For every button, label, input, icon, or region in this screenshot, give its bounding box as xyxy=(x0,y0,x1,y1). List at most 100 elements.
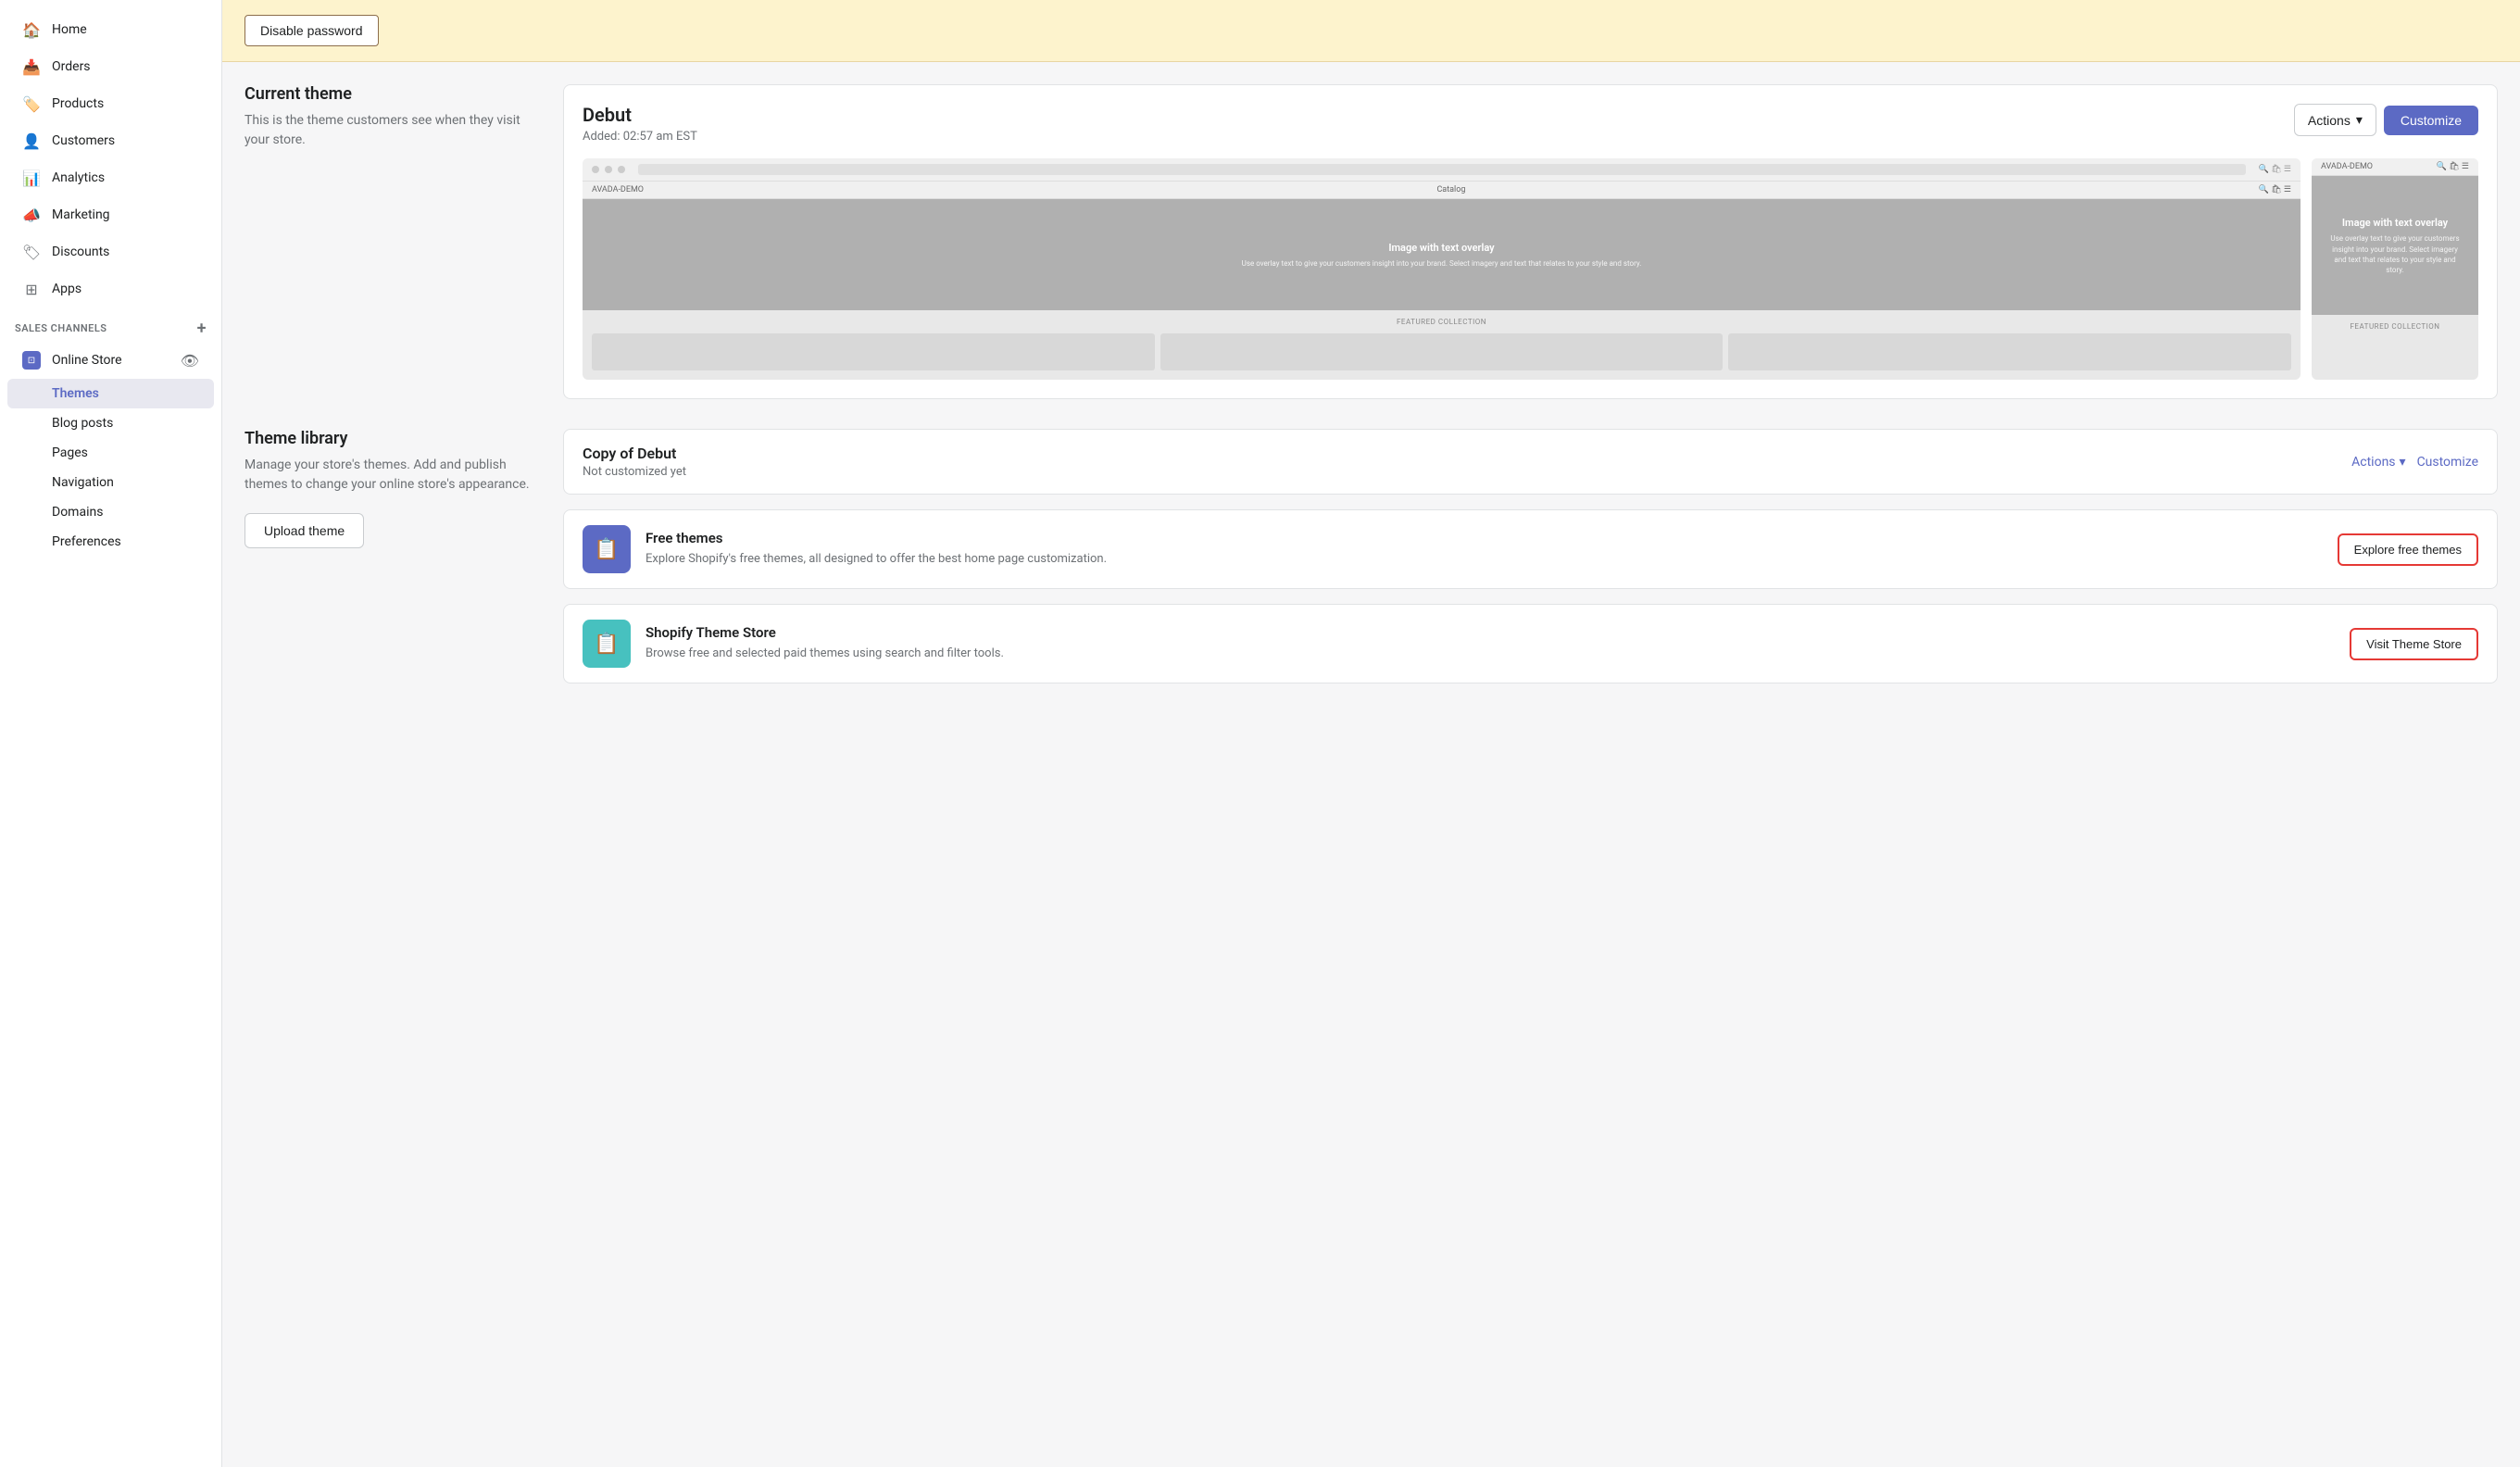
disable-password-button[interactable]: Disable password xyxy=(244,15,379,46)
sidebar: 🏠 Home 📥 Orders 🏷️ Products 👤 Customers 📊 Analyti… xyxy=(0,0,222,1467)
free-themes-text: Free themes Explore Shopify's free theme… xyxy=(646,530,2323,569)
desktop-catalog-link: Catalog xyxy=(1436,185,1465,194)
current-theme-title: Current theme xyxy=(244,84,541,104)
mobile-preview: AVADA-DEMO 🔍 🛍 ☰ Image with text overlay… xyxy=(2312,158,2478,380)
library-description: Manage your store's themes. Add and publ… xyxy=(244,456,541,495)
sales-channels-label: SALES CHANNELS + xyxy=(0,307,221,342)
theme-store-icon: 📋 xyxy=(583,620,631,668)
mobile-hero-text: Image with text overlay xyxy=(2326,216,2464,230)
discounts-icon: 🏷 xyxy=(22,243,41,261)
apps-icon: ⊞ xyxy=(22,280,41,298)
copy-debut-info: Copy of Debut Not customized yet xyxy=(583,445,686,479)
browser-dot-2 xyxy=(605,166,612,173)
desktop-nav-bar: AVADA-DEMO Catalog 🔍 🛍 ☰ xyxy=(583,182,2301,199)
upload-theme-button[interactable]: Upload theme xyxy=(244,513,364,548)
browser-icons: 🔍 🛍 ☰ xyxy=(2259,165,2291,174)
orders-icon: 📥 xyxy=(22,57,41,76)
theme-preview: 🔍 🛍 ☰ AVADA-DEMO Catalog 🔍 🛍 ☰ Image wit… xyxy=(583,158,2478,380)
sidebar-item-customers[interactable]: 👤 Customers xyxy=(7,122,214,159)
library-left-panel: Theme library Manage your store's themes… xyxy=(244,429,541,548)
sidebar-item-online-store[interactable]: ⊡ Online Store 👁 xyxy=(7,342,214,379)
sidebar-sub-item-preferences[interactable]: Preferences xyxy=(7,527,214,557)
eye-icon[interactable]: 👁 xyxy=(181,352,199,370)
browser-dot-1 xyxy=(592,166,599,173)
sidebar-item-label-marketing: Marketing xyxy=(52,207,110,222)
sidebar-sub-item-pages[interactable]: Pages xyxy=(7,438,214,468)
sidebar-sub-item-themes[interactable]: Themes xyxy=(7,379,214,408)
theme-store-desc: Browse free and selected paid themes usi… xyxy=(646,645,2335,663)
sidebar-item-label-orders: Orders xyxy=(52,59,91,74)
desktop-preview: 🔍 🛍 ☰ AVADA-DEMO Catalog 🔍 🛍 ☰ Image wit… xyxy=(583,158,2301,380)
theme-card-actions: Actions ▾ Customize xyxy=(2294,104,2478,136)
mobile-nav-bar: AVADA-DEMO 🔍 🛍 ☰ xyxy=(2312,158,2478,176)
explore-free-themes-button[interactable]: Explore free themes xyxy=(2338,533,2478,566)
sidebar-item-label-discounts: Discounts xyxy=(52,244,109,259)
copy-debut-actions-link[interactable]: Actions ▾ xyxy=(2351,455,2405,470)
customize-button[interactable]: Customize xyxy=(2384,106,2478,135)
current-theme-section: Current theme This is the theme customer… xyxy=(244,84,2498,399)
online-store-icon: ⊡ xyxy=(22,351,41,370)
current-theme-left-panel: Current theme This is the theme customer… xyxy=(244,84,541,169)
sidebar-item-orders[interactable]: 📥 Orders xyxy=(7,48,214,85)
add-sales-channel-icon[interactable]: + xyxy=(197,319,207,338)
sidebar-item-label-products: Products xyxy=(52,96,104,111)
sidebar-item-analytics[interactable]: 📊 Analytics xyxy=(7,159,214,196)
actions-label: Actions xyxy=(2308,113,2351,128)
desktop-featured-items xyxy=(583,333,2301,380)
desktop-hero: Image with text overlay Use overlay text… xyxy=(583,199,2301,310)
mobile-featured-label: FEATURED COLLECTION xyxy=(2312,315,2478,338)
copy-debut-customize-link[interactable]: Customize xyxy=(2417,455,2478,470)
sidebar-item-label-analytics: Analytics xyxy=(52,170,105,185)
free-themes-title: Free themes xyxy=(646,530,2323,546)
free-themes-icon: 📋 xyxy=(583,525,631,573)
sidebar-item-products[interactable]: 🏷️ Products xyxy=(7,85,214,122)
copy-debut-actions: Actions ▾ Customize xyxy=(2351,455,2478,470)
desktop-featured-label: FEATURED COLLECTION xyxy=(583,310,2301,333)
sidebar-item-discounts[interactable]: 🏷 Discounts xyxy=(7,233,214,270)
actions-button[interactable]: Actions ▾ xyxy=(2294,104,2376,136)
sidebar-item-marketing[interactable]: 📣Marketing xyxy=(7,196,214,233)
theme-name: Debut xyxy=(583,104,697,126)
library-right-panel: Copy of Debut Not customized yet Actions… xyxy=(563,429,2498,683)
customers-icon: 👤 xyxy=(22,132,41,150)
mobile-nav-icons: 🔍 🛍 ☰ xyxy=(2437,162,2469,171)
desktop-store-name: AVADA-DEMO xyxy=(592,185,644,194)
sidebar-item-apps[interactable]: ⊞ Apps xyxy=(7,270,214,307)
sidebar-sub-item-domains[interactable]: Domains xyxy=(7,497,214,527)
sidebar-sub-item-blog-posts[interactable]: Blog posts xyxy=(7,408,214,438)
online-store-label: Online Store xyxy=(52,353,122,368)
theme-store-card: 📋 Shopify Theme Store Browse free and se… xyxy=(563,604,2498,683)
free-themes-desc: Explore Shopify's free themes, all desig… xyxy=(646,550,2323,569)
chevron-down-icon: ▾ xyxy=(2356,112,2363,128)
browser-dot-3 xyxy=(618,166,625,173)
theme-added: Added: 02:57 am EST xyxy=(583,130,697,144)
sidebar-item-label-customers: Customers xyxy=(52,133,115,148)
copy-chevron-icon: ▾ xyxy=(2400,455,2406,470)
library-title: Theme library xyxy=(244,429,541,448)
free-themes-card: 📋 Free themes Explore Shopify's free the… xyxy=(563,509,2498,589)
preview-item-3 xyxy=(1728,333,2291,370)
sidebar-sub-item-navigation[interactable]: Navigation xyxy=(7,468,214,497)
browser-bar: 🔍 🛍 ☰ xyxy=(583,158,2301,182)
desktop-hero-sub: Use overlay text to give your customers … xyxy=(1242,258,1642,269)
mobile-store-name: AVADA-DEMO xyxy=(2321,162,2373,171)
current-theme-right-panel: Debut Added: 02:57 am EST Actions ▾ Cust… xyxy=(563,84,2498,399)
analytics-icon: 📊 xyxy=(22,169,41,187)
copy-debut-card: Copy of Debut Not customized yet Actions… xyxy=(563,429,2498,495)
mobile-hero-sub: Use overlay text to give your customers … xyxy=(2326,233,2464,275)
theme-info: Debut Added: 02:57 am EST xyxy=(583,104,697,144)
copy-actions-label: Actions xyxy=(2351,455,2395,470)
desktop-hero-text: Image with text overlay xyxy=(1242,241,1642,255)
copy-debut-status: Not customized yet xyxy=(583,465,686,479)
copy-debut-name: Copy of Debut xyxy=(583,445,686,462)
sidebar-item-label-apps: Apps xyxy=(52,282,81,296)
password-banner: Disable password xyxy=(222,0,2520,62)
products-icon: 🏷️ xyxy=(22,94,41,113)
sidebar-item-home[interactable]: 🏠 Home xyxy=(7,11,214,48)
preview-item-2 xyxy=(1160,333,1724,370)
main-content: Disable password Current theme This is t… xyxy=(222,0,2520,1467)
mobile-hero: Image with text overlay Use overlay text… xyxy=(2312,176,2478,315)
sidebar-item-label-home: Home xyxy=(52,22,87,37)
visit-theme-store-button[interactable]: Visit Theme Store xyxy=(2350,628,2478,660)
home-icon: 🏠 xyxy=(22,20,41,39)
